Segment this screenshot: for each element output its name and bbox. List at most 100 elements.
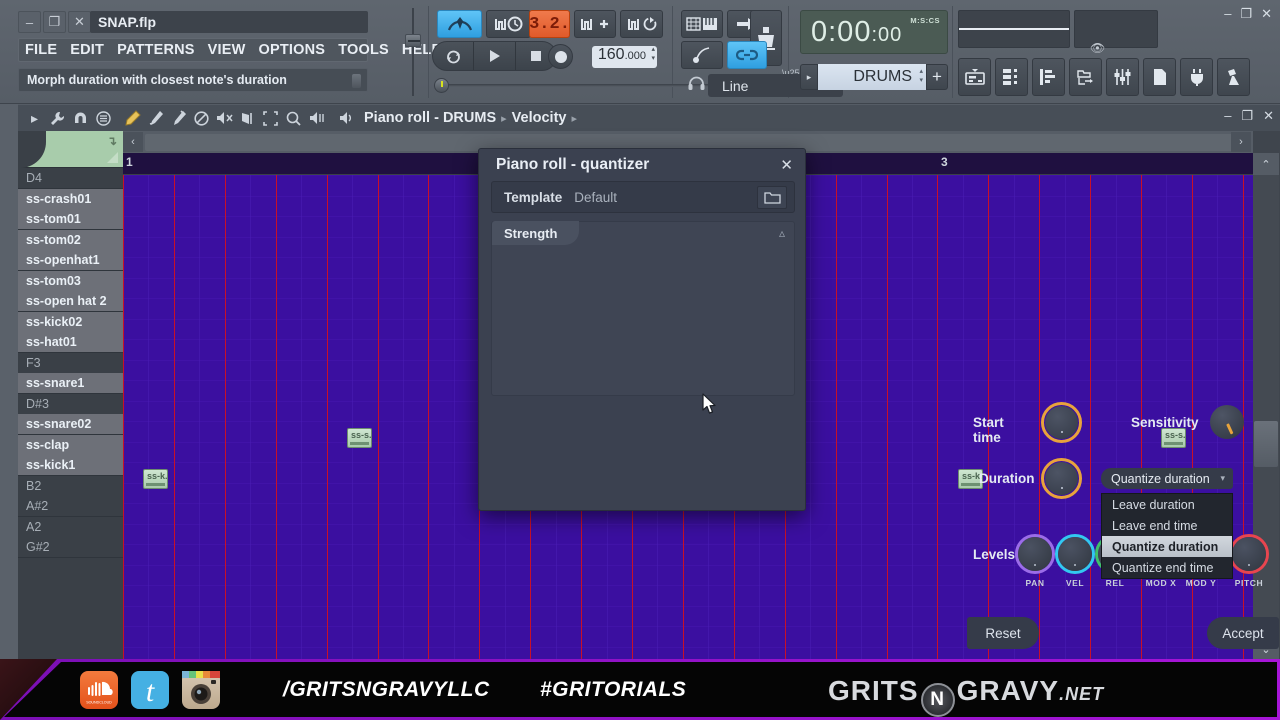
time-display-button[interactable] — [486, 10, 531, 38]
level-knob[interactable] — [1232, 537, 1266, 571]
paint-delete-icon[interactable] — [168, 107, 189, 129]
record-button[interactable] — [548, 44, 573, 69]
reset-button[interactable]: Reset — [967, 617, 1039, 649]
channel-header-block[interactable]: ↴ — [18, 131, 123, 168]
eye-icon[interactable]: 👁 — [1090, 41, 1105, 55]
playlist-button[interactable] — [958, 58, 991, 96]
time-display[interactable]: 0:00:00 M:S:CS — [800, 10, 948, 54]
duration-knob[interactable] — [1045, 462, 1078, 495]
vertical-scroll-thumb[interactable] — [1254, 421, 1278, 467]
channel-curve-icon[interactable]: ↴ — [107, 134, 117, 148]
magnet-icon[interactable] — [70, 107, 91, 129]
paint-icon[interactable] — [145, 107, 166, 129]
instagram-icon[interactable] — [182, 671, 220, 709]
pattern-position-button[interactable]: 3.2. — [529, 10, 570, 38]
loop-mode-button[interactable] — [433, 42, 473, 70]
channel-rack-button[interactable] — [995, 58, 1028, 96]
menu-item-tools[interactable]: TOOLS — [338, 42, 389, 58]
breadcrumb-leaf[interactable]: Velocity — [512, 110, 567, 126]
list-menu-icon[interactable] — [93, 107, 114, 129]
key-row[interactable]: ss-tom01 — [18, 209, 123, 230]
key-row[interactable]: ss-openhat1 — [18, 250, 123, 271]
soundcloud-icon[interactable]: SOUNDCLOUD — [80, 671, 118, 709]
duration-mode-select[interactable]: Quantize duration ▾ — [1101, 468, 1233, 489]
accept-button[interactable]: Accept — [1207, 617, 1279, 649]
sensitivity-knob[interactable] — [1210, 405, 1244, 439]
duration-mode-option[interactable]: Quantize duration — [1102, 536, 1232, 557]
key-row[interactable]: ss-snare02 — [18, 414, 123, 435]
app-close-button[interactable]: ✕ — [1261, 6, 1272, 22]
breadcrumb-root[interactable]: Piano roll - DRUMS — [364, 110, 496, 126]
key-row[interactable]: ss-tom03 — [18, 270, 123, 292]
restore-button[interactable]: ❐ — [43, 11, 66, 33]
key-row[interactable]: B2 — [18, 475, 123, 497]
zoom-icon[interactable] — [283, 107, 304, 129]
key-row[interactable]: G#2 — [18, 537, 123, 558]
volume-knob[interactable] — [434, 78, 449, 93]
key-row[interactable]: ss-hat01 — [18, 332, 123, 353]
key-row[interactable]: ss-crash01 — [18, 188, 123, 210]
pattern-name-field[interactable]: DRUMS ▴ ▾ — [818, 64, 926, 90]
delete-icon[interactable] — [191, 107, 212, 129]
pr-restore-button[interactable]: ❐ — [1241, 108, 1253, 124]
velocity-speaker-icon[interactable] — [336, 107, 357, 129]
scroll-up-button[interactable]: ⌃ — [1253, 153, 1279, 175]
slice-icon[interactable] — [237, 107, 258, 129]
chevron-up-icon[interactable]: ▵ — [779, 226, 785, 240]
template-value[interactable]: Default — [574, 190, 617, 205]
pattern-add-button[interactable]: + — [926, 64, 948, 90]
mute-icon[interactable] — [214, 107, 235, 129]
master-slider-thumb[interactable] — [405, 34, 421, 47]
tempo-field[interactable]: 160.000 — [592, 45, 657, 68]
key-row[interactable]: ss-tom02 — [18, 229, 123, 251]
duration-mode-option[interactable]: Leave end time — [1102, 515, 1232, 536]
quantizer-close-button[interactable]: ✕ — [780, 156, 793, 174]
piano-roll-note[interactable]: ss-k... — [143, 469, 168, 489]
key-row[interactable]: F3 — [18, 352, 123, 374]
slide-note-button[interactable] — [681, 41, 723, 69]
minimize-button[interactable]: – — [18, 11, 41, 33]
close-button[interactable]: ✕ — [68, 11, 91, 33]
piano-roll-note[interactable]: ss-s... — [1161, 428, 1186, 448]
menu-arrow-icon[interactable]: ▸ — [24, 107, 45, 129]
start-time-knob[interactable] — [1045, 406, 1078, 439]
browser-button[interactable] — [1069, 58, 1102, 96]
twitter-icon[interactable]: t — [131, 671, 169, 709]
plugin-picker-button[interactable] — [1180, 58, 1213, 96]
app-restore-button[interactable]: ❐ — [1240, 6, 1252, 22]
pr-minimize-button[interactable]: – — [1224, 108, 1231, 124]
scroll-left-button[interactable]: ‹ — [123, 132, 143, 152]
link-snap-button[interactable] — [727, 41, 767, 69]
add-pattern-button[interactable] — [574, 10, 616, 38]
menu-item-options[interactable]: OPTIONS — [259, 42, 326, 58]
typing-keyboard-button[interactable] — [681, 10, 723, 38]
menu-item-file[interactable]: FILE — [25, 42, 57, 58]
playback-icon[interactable] — [306, 107, 327, 129]
wrench-icon[interactable] — [47, 107, 68, 129]
key-row[interactable]: ss-kick02 — [18, 311, 123, 333]
level-knob[interactable] — [1018, 537, 1052, 571]
pr-close-button[interactable]: ✕ — [1263, 108, 1274, 124]
level-knob[interactable] — [1058, 537, 1092, 571]
key-row[interactable]: D#3 — [18, 393, 123, 415]
app-minimize-button[interactable]: – — [1224, 6, 1231, 22]
pattern-stepper-icon[interactable]: ▴ ▾ — [919, 67, 923, 85]
duration-mode-option[interactable]: Leave duration — [1102, 494, 1232, 515]
header-resize-handle[interactable] — [107, 152, 118, 163]
key-row[interactable]: D4 — [18, 168, 123, 189]
key-row[interactable]: ss-kick1 — [18, 455, 123, 476]
select-icon[interactable] — [260, 107, 281, 129]
menu-item-patterns[interactable]: PATTERNS — [117, 42, 195, 58]
piano-roll-note[interactable]: ss-s... — [347, 428, 372, 448]
key-row[interactable]: ss-snare1 — [18, 373, 123, 394]
play-button[interactable] — [473, 42, 514, 70]
project-info-button[interactable] — [1143, 58, 1176, 96]
learn-button[interactable] — [1217, 58, 1250, 96]
pencil-icon[interactable] — [122, 107, 143, 129]
key-row[interactable]: ss-clap — [18, 434, 123, 456]
loop-pattern-button[interactable] — [620, 10, 663, 38]
mixer-button[interactable] — [1106, 58, 1139, 96]
key-row[interactable]: A2 — [18, 516, 123, 538]
menu-item-view[interactable]: VIEW — [208, 42, 246, 58]
pattern-song-toggle-button[interactable] — [437, 10, 482, 38]
